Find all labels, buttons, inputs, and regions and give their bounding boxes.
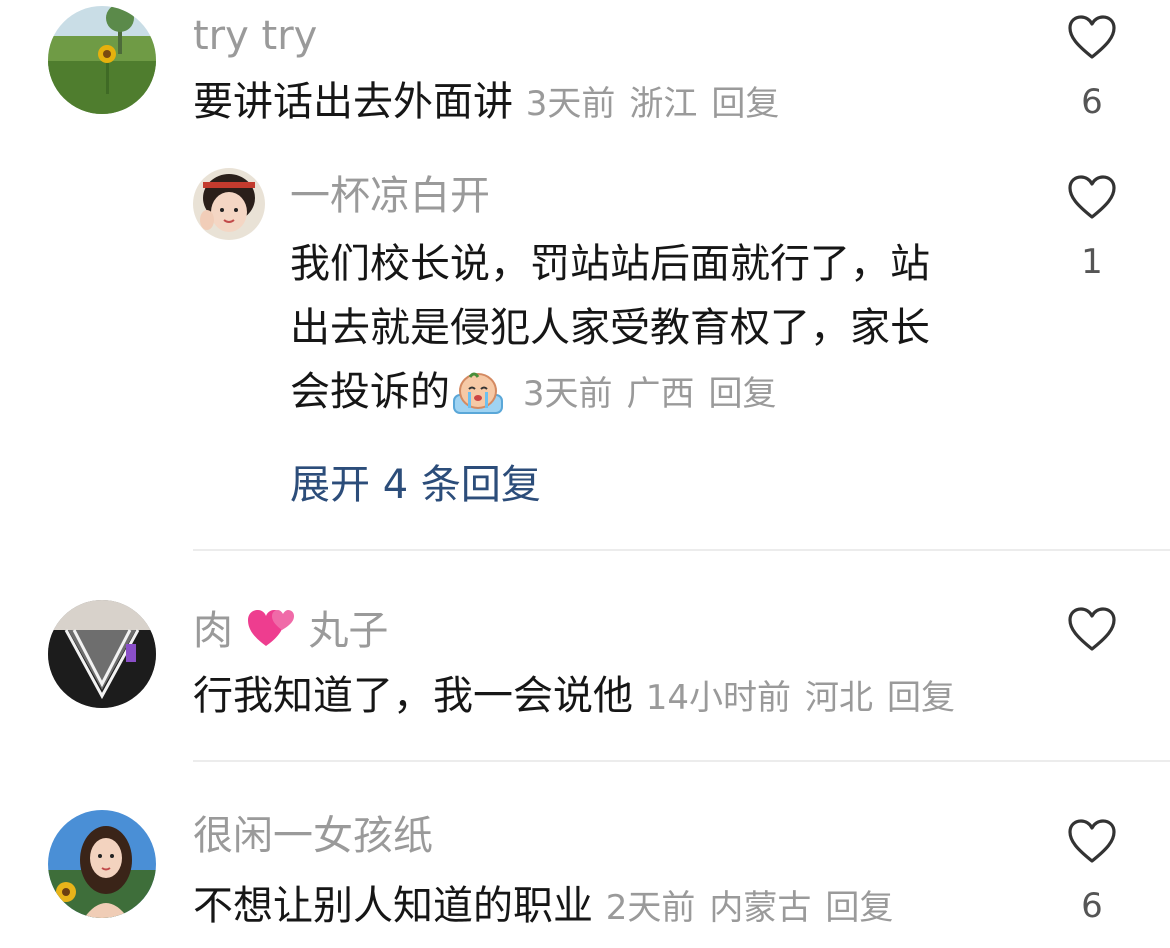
reply-button[interactable]: 回复 <box>708 374 776 414</box>
comment-time: 14小时前 <box>645 678 791 718</box>
comment-time: 2天前 <box>605 888 696 928</box>
comment-body: 要讲话出去外面讲 <box>193 79 513 125</box>
reply-button[interactable]: 回复 <box>711 84 779 124</box>
comment-text: 我们校长说，罚站站后面就行了，站 出去就是侵犯人家受教育权了，家长 会投诉的 3… <box>290 232 930 434</box>
username-part: 肉 <box>193 608 233 654</box>
comment-username[interactable]: 很闲一女孩纸 <box>193 814 433 858</box>
avatar[interactable] <box>48 810 156 918</box>
like-button[interactable] <box>1066 606 1118 652</box>
comment-location: 内蒙古 <box>709 888 812 928</box>
reply-button[interactable]: 回复 <box>825 888 893 928</box>
comment-location: 浙江 <box>629 84 698 124</box>
comment-body-line: 我们校长说，罚站站后面就行了，站 <box>290 241 930 287</box>
like-count: 1 <box>1081 242 1103 282</box>
comment-time: 3天前 <box>525 84 616 124</box>
comment-text: 行我知道了，我一会说他 14小时前 河北 回复 <box>193 664 969 730</box>
comment-username[interactable]: try try <box>193 14 317 58</box>
avatar[interactable] <box>48 600 156 708</box>
comment-body: 不想让别人知道的职业 <box>193 883 593 929</box>
like-count: 6 <box>1081 886 1103 926</box>
comment-text: 不想让别人知道的职业 2天前 内蒙古 回复 <box>193 874 907 940</box>
comment-username[interactable]: 一杯凉白开 <box>290 174 490 218</box>
expand-replies-button[interactable]: 展开 4 条回复 <box>290 452 541 510</box>
like-button[interactable]: 6 <box>1066 818 1118 926</box>
reply-button[interactable]: 回复 <box>887 678 955 718</box>
comment-body: 行我知道了，我一会说他 <box>193 673 633 719</box>
heart-icon <box>1068 175 1116 219</box>
avatar[interactable] <box>48 6 156 114</box>
comment-location: 河北 <box>804 678 873 718</box>
comment-username[interactable]: 肉 丸子 <box>193 606 388 659</box>
heart-icon <box>1068 819 1116 863</box>
divider <box>193 549 1170 551</box>
heart-icon <box>1068 607 1116 651</box>
like-button[interactable]: 6 <box>1066 14 1118 122</box>
avatar[interactable] <box>193 168 265 240</box>
heart-icon <box>1068 15 1116 59</box>
comment-time: 3天前 <box>522 374 613 414</box>
comment-text: 要讲话出去外面讲 3天前 浙江 回复 <box>193 70 793 136</box>
comment-body-line: 会投诉的 <box>290 369 450 415</box>
crying-emoji-icon <box>452 369 504 434</box>
hearts-emoji-icon <box>246 606 296 659</box>
username-part: 丸子 <box>308 608 389 654</box>
divider <box>193 760 1170 762</box>
like-button[interactable]: 1 <box>1066 174 1118 282</box>
comment-body-line: 出去就是侵犯人家受教育权了，家长 <box>290 305 930 351</box>
like-count: 6 <box>1081 82 1103 122</box>
comment-location: 广西 <box>626 374 695 414</box>
